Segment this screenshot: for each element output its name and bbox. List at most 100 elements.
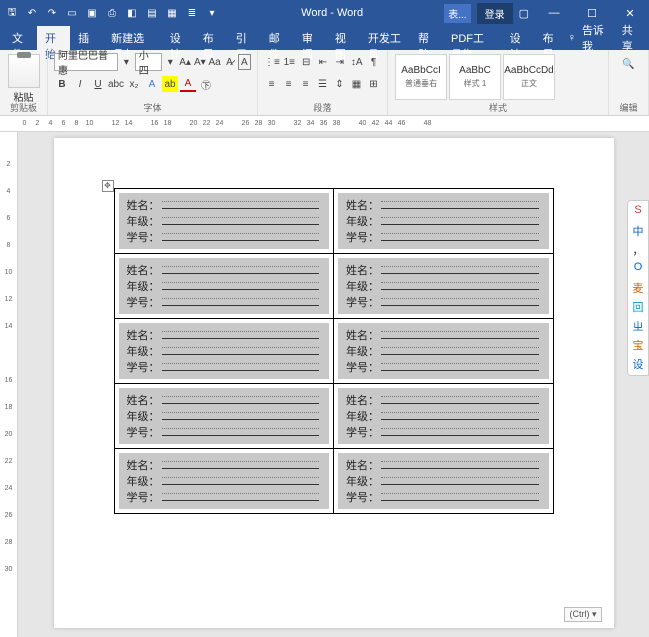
field-line[interactable] bbox=[381, 491, 539, 501]
field-line[interactable] bbox=[381, 475, 539, 485]
field-line[interactable] bbox=[381, 231, 539, 241]
shrink-font-icon[interactable]: A▾ bbox=[193, 54, 206, 70]
horizontal-ruler[interactable]: 0246810121416182022242628303234363840424… bbox=[0, 116, 649, 132]
field-line[interactable] bbox=[381, 264, 539, 274]
tab-帮助[interactable]: 帮助 bbox=[410, 26, 443, 50]
field-line[interactable] bbox=[162, 345, 320, 355]
ribbon-options-icon[interactable]: ▢ bbox=[519, 7, 529, 20]
align-center-icon[interactable]: ≡ bbox=[281, 76, 296, 92]
redo-icon[interactable]: ↷ bbox=[44, 5, 60, 21]
field-line[interactable] bbox=[162, 199, 320, 209]
tell-me-icon[interactable]: ♀ bbox=[568, 32, 576, 44]
align-right-icon[interactable]: ≡ bbox=[298, 76, 313, 92]
chevron-down-icon[interactable]: ▾ bbox=[120, 54, 133, 70]
line-spacing-icon[interactable]: ⇕ bbox=[332, 76, 347, 92]
field-line[interactable] bbox=[162, 426, 320, 436]
italic-button[interactable]: I bbox=[72, 76, 88, 92]
tab-布局[interactable]: 布局 bbox=[535, 26, 568, 50]
borders-icon[interactable]: ⊞ bbox=[366, 76, 381, 92]
numbering-icon[interactable]: 1≡ bbox=[282, 54, 297, 70]
tab-文件[interactable]: 文件 bbox=[4, 26, 37, 50]
maximize-button[interactable]: ☐ bbox=[577, 7, 607, 20]
find-icon[interactable]: 🔍 bbox=[621, 56, 637, 72]
table-cell[interactable]: 姓名：年级：学号： bbox=[114, 189, 334, 254]
save-icon[interactable]: 🖫 bbox=[4, 5, 20, 21]
login-button[interactable]: 登录 bbox=[477, 3, 513, 24]
field-line[interactable] bbox=[381, 459, 539, 469]
open-icon[interactable]: ▣ bbox=[84, 5, 100, 21]
list-icon[interactable]: ≣ bbox=[184, 5, 200, 21]
indent-left-icon[interactable]: ⇤ bbox=[316, 54, 331, 70]
field-line[interactable] bbox=[381, 410, 539, 420]
table-move-handle[interactable]: ✥ bbox=[102, 180, 114, 192]
tab-设计[interactable]: 设计 bbox=[502, 26, 535, 50]
tab-设计[interactable]: 设计 bbox=[162, 26, 195, 50]
clear-format-icon[interactable]: A̷ bbox=[223, 54, 236, 70]
field-line[interactable] bbox=[162, 296, 320, 306]
table-cell[interactable]: 姓名：年级：学号： bbox=[334, 254, 554, 319]
align-left-icon[interactable]: ≡ bbox=[264, 76, 279, 92]
field-line[interactable] bbox=[162, 361, 320, 371]
field-line[interactable] bbox=[162, 475, 320, 485]
paste-options-button[interactable]: (Ctrl) ▾ bbox=[564, 607, 601, 622]
field-line[interactable] bbox=[162, 410, 320, 420]
new-icon[interactable]: ▭ bbox=[64, 5, 80, 21]
field-line[interactable] bbox=[381, 426, 539, 436]
field-line[interactable] bbox=[162, 491, 320, 501]
chevron-down-icon[interactable]: ▾ bbox=[164, 54, 177, 70]
table-cell[interactable]: 姓名：年级：学号： bbox=[334, 319, 554, 384]
document-table[interactable]: 姓名：年级：学号：姓名：年级：学号：姓名：年级：学号：姓名：年级：学号：姓名：年… bbox=[114, 188, 554, 514]
field-line[interactable] bbox=[381, 296, 539, 306]
table-cell[interactable]: 姓名：年级：学号： bbox=[334, 449, 554, 514]
print-icon[interactable]: ⎙ bbox=[104, 5, 120, 21]
touch-icon[interactable]: ◧ bbox=[124, 5, 140, 21]
strike-button[interactable]: abc bbox=[108, 76, 124, 92]
ime-item[interactable]: 回 bbox=[630, 299, 646, 315]
ime-item[interactable]: ， bbox=[630, 242, 646, 258]
ime-item[interactable]: 中 bbox=[630, 223, 646, 239]
show-marks-icon[interactable]: ¶ bbox=[366, 54, 381, 70]
ime-item[interactable]: S bbox=[630, 204, 646, 220]
sort-icon[interactable]: ↕A bbox=[349, 54, 364, 70]
field-line[interactable] bbox=[381, 280, 539, 290]
tab-PDF工具集[interactable]: PDF工具集 bbox=[443, 26, 502, 50]
paste-icon[interactable] bbox=[8, 54, 40, 88]
field-line[interactable] bbox=[381, 215, 539, 225]
table-cell[interactable]: 姓名：年级：学号： bbox=[334, 189, 554, 254]
sub-sup-button[interactable]: x₂ bbox=[126, 76, 142, 92]
indent-right-icon[interactable]: ⇥ bbox=[332, 54, 347, 70]
field-line[interactable] bbox=[162, 264, 320, 274]
change-case-icon[interactable]: Aa bbox=[208, 54, 221, 70]
field-line[interactable] bbox=[381, 361, 539, 371]
font-name-combo[interactable]: 阿里巴巴普惠 bbox=[54, 53, 118, 71]
field-line[interactable] bbox=[381, 345, 539, 355]
tab-开发工具[interactable]: 开发工具 bbox=[360, 26, 410, 50]
field-line[interactable] bbox=[381, 199, 539, 209]
tab-引用[interactable]: 引用 bbox=[228, 26, 261, 50]
field-line[interactable] bbox=[162, 329, 320, 339]
table-cell[interactable]: 姓名：年级：学号： bbox=[114, 254, 334, 319]
table-cell[interactable]: 姓名：年级：学号： bbox=[334, 384, 554, 449]
ime-toolbar[interactable]: S中，O麦回ㄓ宝设 bbox=[627, 200, 649, 376]
field-line[interactable] bbox=[162, 280, 320, 290]
field-line[interactable] bbox=[162, 231, 320, 241]
field-line[interactable] bbox=[162, 394, 320, 404]
field-line[interactable] bbox=[381, 394, 539, 404]
table-cell[interactable]: 姓名：年级：学号： bbox=[114, 319, 334, 384]
more-icon[interactable]: ▾ bbox=[204, 5, 220, 21]
vertical-ruler[interactable]: 24681012141618202224262830 bbox=[0, 132, 18, 637]
underline-button[interactable]: U bbox=[90, 76, 106, 92]
field-line[interactable] bbox=[162, 215, 320, 225]
enclose-icon[interactable]: A bbox=[238, 54, 251, 70]
bullets-icon[interactable]: ⋮≡ bbox=[264, 54, 280, 70]
field-line[interactable] bbox=[162, 459, 320, 469]
multilevel-icon[interactable]: ⊟ bbox=[299, 54, 314, 70]
font-color-icon[interactable]: A bbox=[180, 76, 196, 92]
style-item[interactable]: AaBbCcDd正文 bbox=[503, 54, 555, 100]
highlight-icon[interactable]: ab bbox=[162, 76, 178, 92]
table-cell[interactable]: 姓名：年级：学号： bbox=[114, 384, 334, 449]
font-size-combo[interactable]: 小四 bbox=[135, 53, 162, 71]
doc-icon[interactable]: ▤ bbox=[144, 5, 160, 21]
view-icon[interactable]: ▦ bbox=[164, 5, 180, 21]
grow-font-icon[interactable]: A▴ bbox=[179, 54, 192, 70]
